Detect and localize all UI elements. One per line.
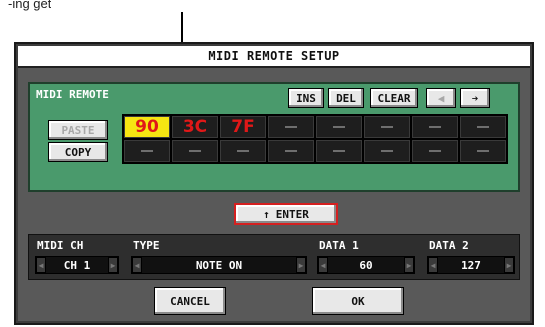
enter-button[interactable]: ↑ ENTER	[234, 203, 338, 225]
message-cell[interactable]	[268, 116, 314, 138]
enter-label: ENTER	[275, 207, 309, 221]
midi-message-grid: 90 3C 7F	[122, 114, 508, 164]
empty-dash	[429, 126, 441, 128]
ins-button[interactable]: INS	[288, 88, 324, 108]
message-cell[interactable]	[460, 116, 506, 138]
copy-button[interactable]: COPY	[48, 142, 108, 162]
decrement-arrow-icon[interactable]: ◀	[428, 257, 438, 273]
empty-dash	[285, 150, 297, 152]
message-cell[interactable]	[268, 140, 314, 162]
midi-remote-panel: MIDI REMOTE INS DEL CLEAR ◀ ➔ PASTE COPY…	[28, 82, 520, 192]
cancel-button[interactable]: CANCEL	[154, 287, 226, 315]
del-button[interactable]: DEL	[328, 88, 364, 108]
message-cell[interactable]	[364, 140, 410, 162]
clear-button[interactable]: CLEAR	[370, 88, 418, 108]
increment-arrow-icon[interactable]: ▶	[296, 257, 306, 273]
message-cell[interactable]	[124, 140, 170, 162]
cursor-right-button[interactable]: ➔	[460, 88, 490, 108]
message-cell[interactable]	[220, 140, 266, 162]
cursor-left-button[interactable]: ◀	[426, 88, 456, 108]
dialog-body: MIDI REMOTE INS DEL CLEAR ◀ ➔ PASTE COPY…	[18, 68, 530, 321]
decrement-arrow-icon[interactable]: ◀	[132, 257, 142, 273]
midi-ch-label: MIDI CH	[37, 239, 84, 252]
empty-dash	[141, 150, 153, 152]
increment-arrow-icon[interactable]: ▶	[108, 257, 118, 273]
decrement-arrow-icon[interactable]: ◀	[36, 257, 46, 273]
data2-label: DATA 2	[429, 239, 469, 252]
message-cell[interactable]	[316, 140, 362, 162]
data1-field[interactable]: ◀ 60 ▶	[317, 256, 415, 274]
empty-dash	[477, 126, 489, 128]
midi-ch-field[interactable]: ◀ CH 1 ▶	[35, 256, 119, 274]
type-field[interactable]: ◀ NOTE ON ▶	[131, 256, 307, 274]
empty-dash	[381, 150, 393, 152]
paste-button[interactable]: PASTE	[48, 120, 108, 140]
message-cell[interactable]: 7F	[220, 116, 266, 138]
midi-remote-setup-dialog: MIDI REMOTE SETUP MIDI REMOTE INS DEL CL…	[14, 42, 534, 325]
ok-button[interactable]: OK	[312, 287, 404, 315]
empty-dash	[477, 150, 489, 152]
message-cell[interactable]: 90	[124, 116, 170, 138]
data2-value: 127	[461, 258, 481, 272]
type-value: NOTE ON	[195, 258, 243, 272]
empty-dash	[381, 126, 393, 128]
decrement-arrow-icon[interactable]: ◀	[318, 257, 328, 273]
arrow-left-icon: ◀	[437, 91, 445, 105]
data1-value: 60	[359, 258, 373, 272]
empty-dash	[333, 150, 345, 152]
increment-arrow-icon[interactable]: ▶	[504, 257, 514, 273]
message-cell[interactable]	[412, 116, 458, 138]
message-cell[interactable]: 3C	[172, 116, 218, 138]
annotation-caption: -ing get	[8, 0, 52, 11]
message-cell[interactable]	[316, 116, 362, 138]
midi-remote-title: MIDI REMOTE	[36, 88, 109, 101]
increment-arrow-icon[interactable]: ▶	[404, 257, 414, 273]
type-label: TYPE	[133, 239, 160, 252]
message-cell[interactable]	[172, 140, 218, 162]
dialog-title: MIDI REMOTE SETUP	[18, 46, 530, 68]
midi-ch-value: CH 1	[63, 258, 91, 272]
arrow-right-icon: ➔	[471, 91, 479, 105]
empty-dash	[429, 150, 441, 152]
data1-label: DATA 1	[319, 239, 359, 252]
message-cell[interactable]	[364, 116, 410, 138]
message-cell[interactable]	[412, 140, 458, 162]
empty-dash	[333, 126, 345, 128]
empty-dash	[237, 150, 249, 152]
empty-dash	[285, 126, 297, 128]
data2-field[interactable]: ◀ 127 ▶	[427, 256, 515, 274]
arrow-up-icon: ↑	[263, 207, 270, 221]
message-cell[interactable]	[460, 140, 506, 162]
parameter-bar: MIDI CH TYPE DATA 1 DATA 2 ◀ CH 1 ▶ ◀ NO…	[28, 234, 520, 280]
empty-dash	[189, 150, 201, 152]
